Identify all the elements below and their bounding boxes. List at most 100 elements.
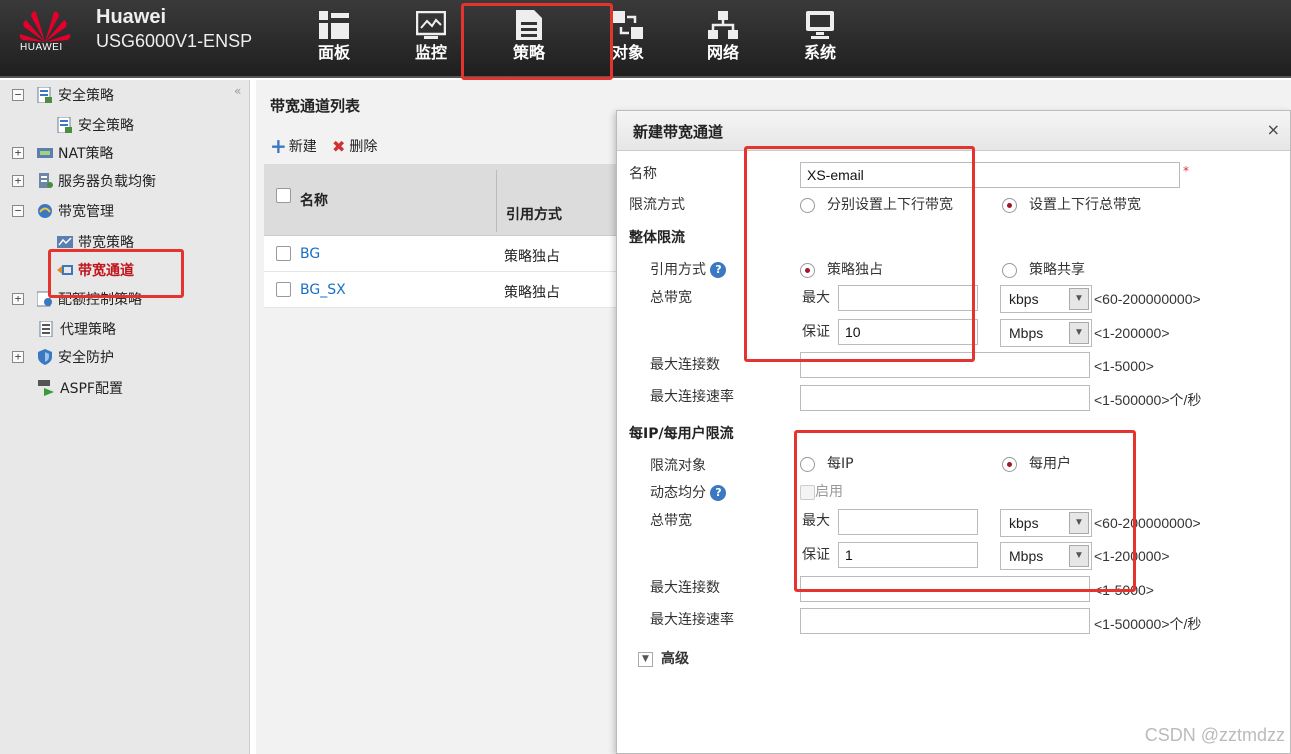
row-checkbox[interactable] bbox=[276, 282, 291, 297]
server-lb-icon bbox=[36, 172, 54, 190]
channel-table: 名称 引用方式 BG 策略独占 BG_SX 策略独占 bbox=[264, 164, 616, 308]
sidebar-item-label: 安全策略 bbox=[58, 88, 114, 104]
max-conn-label: 最大连接数 bbox=[650, 580, 720, 596]
sidebar-item-label: NAT策略 bbox=[58, 146, 114, 162]
row-name-link[interactable]: BG bbox=[300, 246, 320, 262]
aspf-icon bbox=[38, 379, 56, 397]
security-policy-icon bbox=[36, 86, 54, 104]
column-header-name: 名称 bbox=[300, 193, 328, 209]
logo-text: HUAWEI bbox=[20, 42, 63, 53]
bandwidth-icon bbox=[36, 202, 54, 220]
object-icon bbox=[613, 11, 643, 39]
overall-max-rate-hint: <1-500000>个/秒 bbox=[1094, 392, 1202, 408]
proxy-icon bbox=[38, 320, 56, 338]
nav-label: 面板 bbox=[317, 43, 350, 62]
sidebar-item-security-protection[interactable]: + 安全防护 bbox=[12, 345, 114, 369]
delete-icon: ✖ bbox=[332, 136, 346, 156]
expand-icon[interactable]: + bbox=[12, 175, 24, 187]
radio-selected-icon bbox=[1002, 197, 1017, 213]
sidebar-item-label: 安全策略 bbox=[78, 118, 134, 134]
new-label: 新建 bbox=[288, 139, 317, 155]
row-checkbox[interactable] bbox=[276, 246, 291, 261]
per-user-max-rate-hint: <1-500000>个/秒 bbox=[1094, 616, 1202, 632]
nav-network[interactable]: 网络 bbox=[683, 8, 763, 64]
chevron-down-icon: ▼ bbox=[1069, 322, 1089, 344]
radio-unselected-icon bbox=[1002, 262, 1017, 278]
max-conn-label: 最大连接数 bbox=[650, 357, 720, 373]
select-value: Mbps bbox=[1009, 325, 1044, 341]
advanced-label: 高级 bbox=[661, 651, 689, 667]
collapse-sidebar-icon[interactable]: « bbox=[234, 84, 241, 98]
row-mode: 策略独占 bbox=[504, 285, 560, 301]
nav-dashboard[interactable]: 面板 bbox=[294, 8, 374, 64]
collapse-icon[interactable]: − bbox=[12, 89, 24, 101]
sidebar-item-security-policy[interactable]: 安全策略 bbox=[56, 113, 134, 137]
dynamic-label: 动态均分 ? bbox=[650, 482, 727, 502]
security-policy-icon bbox=[56, 116, 74, 134]
expand-icon[interactable]: + bbox=[12, 293, 24, 305]
dialog-title: 新建带宽通道 bbox=[633, 123, 724, 141]
per-user-section-title: 每IP/每用户限流 bbox=[629, 426, 734, 442]
sidebar-item-aspf[interactable]: ASPF配置 bbox=[38, 376, 123, 400]
brand: Huawei USG6000V1-ENSP bbox=[96, 6, 252, 54]
target-label: 限流对象 bbox=[650, 458, 706, 474]
row-name-link[interactable]: BG_SX bbox=[300, 282, 346, 298]
sidebar-item-label: 代理策略 bbox=[60, 322, 116, 338]
advanced-toggle[interactable]: ▼ 高级 bbox=[638, 648, 689, 668]
dynamic-text: 动态均分 bbox=[650, 485, 706, 501]
sidebar-item-proxy-policy[interactable]: 代理策略 bbox=[38, 317, 116, 341]
expand-icon[interactable]: + bbox=[12, 351, 24, 363]
delete-button[interactable]: ✖ 删除 bbox=[332, 136, 377, 156]
required-mark: * bbox=[1183, 164, 1189, 178]
table-row[interactable]: BG_SX 策略独占 bbox=[264, 272, 616, 308]
sidebar-item-security-policy-group[interactable]: − 安全策略 bbox=[12, 83, 114, 107]
highlight-box-policy-tab bbox=[461, 3, 613, 80]
sidebar-item-server-lb[interactable]: + 服务器负载均衡 bbox=[12, 169, 156, 193]
sidebar-item-label: ASPF配置 bbox=[60, 381, 123, 397]
table-header: 名称 引用方式 bbox=[264, 164, 616, 236]
close-icon[interactable]: × bbox=[1267, 120, 1280, 139]
total-bw-label: 总带宽 bbox=[650, 513, 692, 529]
monitor-icon bbox=[416, 11, 446, 39]
add-icon: + bbox=[270, 134, 287, 158]
sidebar-item-bandwidth-group[interactable]: − 带宽管理 bbox=[12, 199, 114, 223]
sidebar-item-nat-policy[interactable]: + NAT策略 bbox=[12, 141, 114, 165]
table-row[interactable]: BG 策略独占 bbox=[264, 236, 616, 272]
nav-label: 网络 bbox=[706, 43, 739, 62]
nav-monitor[interactable]: 监控 bbox=[391, 8, 471, 64]
max-rate-label: 最大连接速率 bbox=[650, 612, 734, 628]
collapse-icon[interactable]: − bbox=[12, 205, 24, 217]
expand-icon[interactable]: + bbox=[12, 147, 24, 159]
network-icon bbox=[708, 11, 738, 39]
overall-guarantee-unit-select[interactable]: Mbps ▼ bbox=[1000, 319, 1092, 347]
limit-mode-total-radio[interactable]: 设置上下行总带宽 bbox=[1002, 194, 1141, 214]
brand-name: Huawei bbox=[96, 6, 167, 28]
help-icon[interactable]: ? bbox=[710, 262, 727, 278]
system-icon bbox=[806, 11, 834, 39]
overall-max-unit-select[interactable]: kbps ▼ bbox=[1000, 285, 1092, 313]
sidebar-item-label: 服务器负载均衡 bbox=[58, 174, 156, 190]
overall-guarantee-hint: <1-200000> bbox=[1094, 325, 1170, 341]
chevron-down-icon: ▼ bbox=[1069, 288, 1089, 310]
ref-shared-radio[interactable]: 策略共享 bbox=[1002, 259, 1085, 279]
select-all-checkbox[interactable] bbox=[276, 188, 291, 203]
per-user-max-rate-input[interactable] bbox=[800, 608, 1090, 634]
dialog-title-bar: 新建带宽通道 × bbox=[617, 111, 1290, 151]
overall-max-conn-hint: <1-5000> bbox=[1094, 358, 1154, 374]
overall-max-hint: <60-200000000> bbox=[1094, 291, 1201, 307]
highlight-box-per-user-limit bbox=[794, 430, 1136, 592]
name-label: 名称 bbox=[629, 166, 657, 182]
device-model: USG6000V1-ENSP bbox=[96, 31, 253, 51]
total-bw-label: 总带宽 bbox=[650, 290, 692, 306]
row-mode: 策略独占 bbox=[504, 249, 560, 265]
help-icon[interactable]: ? bbox=[710, 485, 727, 501]
limit-mode-label: 限流方式 bbox=[629, 197, 685, 213]
sidebar-item-label: 带宽管理 bbox=[58, 204, 114, 220]
highlight-box-bandwidth-channel bbox=[48, 249, 184, 298]
max-rate-label: 最大连接速率 bbox=[650, 389, 734, 405]
nav-system[interactable]: 系统 bbox=[780, 8, 860, 64]
dashboard-icon bbox=[319, 11, 349, 39]
ref-mode-text: 引用方式 bbox=[650, 262, 706, 278]
overall-max-rate-input[interactable] bbox=[800, 385, 1090, 411]
new-button[interactable]: + 新建 bbox=[270, 136, 317, 156]
